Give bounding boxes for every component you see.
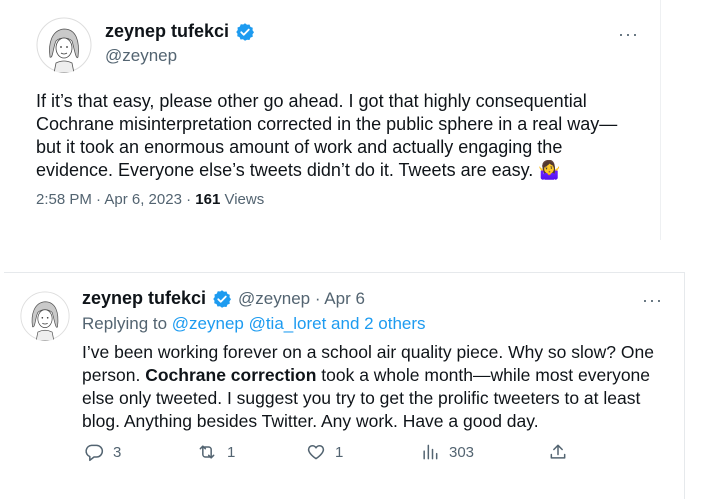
author-name[interactable]: zeynep tufekci xyxy=(82,288,206,309)
verified-badge-icon xyxy=(212,289,232,309)
timestamp[interactable]: 2:58 PM · Apr 6, 2023 · xyxy=(36,191,195,208)
author-handle-date[interactable]: @zeynep · Apr 6 xyxy=(238,289,365,309)
reply-button[interactable]: 3 xyxy=(84,442,121,462)
views-label: Views xyxy=(220,191,265,208)
tweet-card-main: zeynep tufekci @zeynep ··· If it’s that … xyxy=(0,0,661,240)
analytics-icon xyxy=(423,444,438,460)
reply-count: 3 xyxy=(113,443,122,461)
shrug-emoji-icon: 🤷‍♀️ xyxy=(538,160,561,180)
author-avatar[interactable] xyxy=(20,291,70,341)
bold-text: Cochrane correction xyxy=(145,365,317,385)
reply-icon xyxy=(85,444,104,462)
more-options-icon[interactable]: ··· xyxy=(618,24,639,45)
share-icon xyxy=(550,444,566,459)
tweet-metadata: 2:58 PM · Apr 6, 2023 · 161 Views xyxy=(36,191,264,208)
author-handle[interactable]: @zeynep xyxy=(105,46,177,66)
views-count: 161 xyxy=(195,191,221,208)
retweet-icon xyxy=(199,445,215,459)
like-button[interactable]: 1 xyxy=(306,442,343,462)
retweet-button[interactable]: 1 xyxy=(196,442,235,462)
tweet-text: I’ve been working forever on a school ai… xyxy=(82,342,654,431)
share-button[interactable] xyxy=(548,442,577,462)
like-count: 1 xyxy=(335,443,344,461)
more-options-icon[interactable]: ··· xyxy=(642,290,663,311)
views-count: 303 xyxy=(449,443,475,461)
verified-badge-icon xyxy=(235,22,255,42)
author-avatar[interactable] xyxy=(36,17,92,73)
retweet-count: 1 xyxy=(227,443,236,461)
author-name[interactable]: zeynep tufekci xyxy=(105,21,229,42)
tweet-actions: 3 1 1 303 xyxy=(80,442,580,466)
heart-icon xyxy=(307,444,325,460)
views-button[interactable]: 303 xyxy=(420,442,474,462)
replying-to: Replying to @zeynep @tia_loret and 2 oth… xyxy=(82,314,426,333)
replying-to-links[interactable]: @zeynep @tia_loret and 2 others xyxy=(172,314,426,333)
tweet-text: If it’s that easy, please other go ahead… xyxy=(36,91,618,180)
